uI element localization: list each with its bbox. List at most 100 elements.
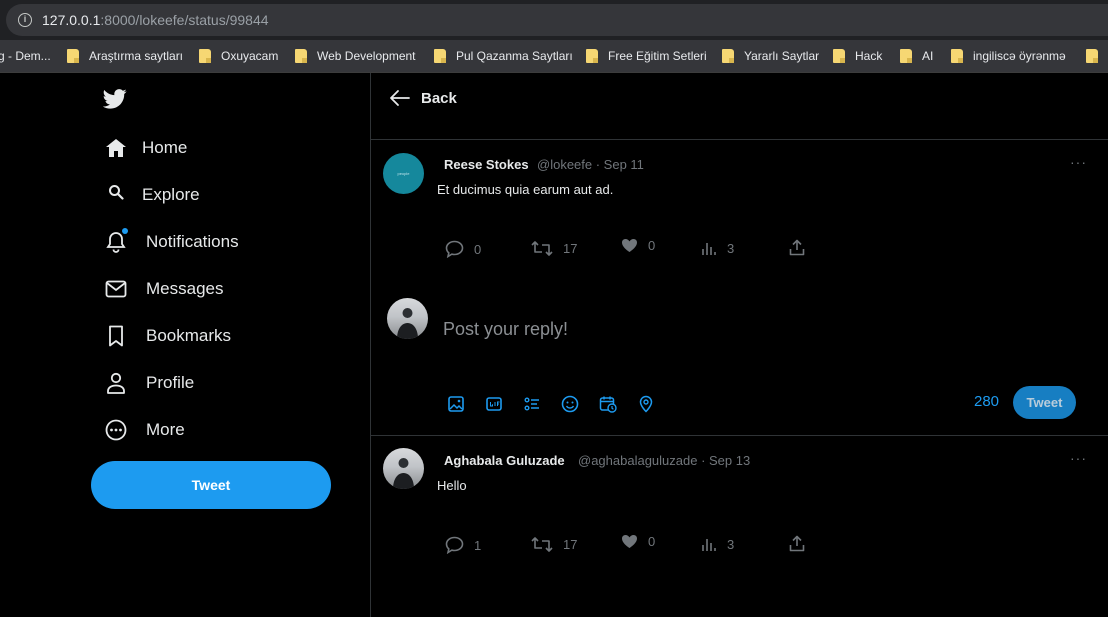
bookmark-item[interactable]: g - Dem... xyxy=(0,48,51,66)
tweet-text: Hello xyxy=(437,478,467,493)
main-column: Back people Reese Stokes @lokeefe · Sep … xyxy=(370,73,1108,617)
envelope-icon xyxy=(104,277,128,301)
sidebar-item-profile[interactable]: Profile xyxy=(104,368,194,398)
sidebar-item-label: Home xyxy=(142,138,188,157)
views-action[interactable]: 3 xyxy=(701,537,734,552)
tweet-card[interactable]: people Reese Stokes @lokeefe · Sep 11 ··… xyxy=(371,140,1108,283)
reply-input[interactable] xyxy=(443,309,1003,349)
address-field[interactable]: i 127.0.0.1:8000/lokeefe/status/99844 xyxy=(6,4,1108,36)
bar-chart-icon xyxy=(702,243,716,255)
share-icon xyxy=(789,239,805,256)
retweet-icon xyxy=(531,537,553,552)
person-icon xyxy=(104,371,128,395)
tweet-more-icon[interactable]: ··· xyxy=(1070,450,1087,466)
tweet-card[interactable]: Aghabala Guluzade @aghabalaguluzade · Se… xyxy=(371,436,1108,617)
folder-icon xyxy=(586,49,598,63)
avatar[interactable] xyxy=(387,298,428,339)
folder-icon xyxy=(951,49,963,63)
views-count: 3 xyxy=(727,241,735,256)
bookmark-folder[interactable]: Free Eğitim Setleri xyxy=(586,48,707,66)
bookmark-label: g - Dem... xyxy=(0,49,51,63)
back-label: Back xyxy=(421,89,457,107)
bookmark-label: Yararlı Saytlar xyxy=(744,49,820,63)
tweet-author-name[interactable]: Reese Stokes xyxy=(444,157,529,172)
location-icon[interactable] xyxy=(637,395,655,413)
site-info-icon[interactable]: i xyxy=(18,13,32,27)
avatar-text: people xyxy=(397,171,410,176)
gif-icon[interactable] xyxy=(485,395,503,413)
tweet-more-icon[interactable]: ··· xyxy=(1070,154,1087,170)
image-icon[interactable] xyxy=(447,395,465,413)
emoji-icon[interactable] xyxy=(561,395,579,413)
avatar[interactable] xyxy=(383,448,424,489)
back-button[interactable]: Back xyxy=(389,89,457,107)
reply-count: 1 xyxy=(474,537,482,553)
retweet-count: 17 xyxy=(563,241,578,256)
views-action[interactable]: 3 xyxy=(701,241,734,256)
tweet-text: Et ducimus quia earum aut ad. xyxy=(437,182,614,197)
bookmark-label: Hack xyxy=(855,49,883,63)
retweet-action[interactable]: 17 xyxy=(531,240,577,257)
like-action[interactable]: 0 xyxy=(621,238,655,253)
folder-icon xyxy=(900,49,912,63)
url-text[interactable]: 127.0.0.1:8000/lokeefe/status/99844 xyxy=(42,12,269,28)
bookmark-label: Araştırma saytları xyxy=(89,49,184,63)
sidebar-item-bookmarks[interactable]: Bookmarks xyxy=(104,321,231,351)
bookmark-folder[interactable]: Web Development xyxy=(295,48,416,66)
bookmark-label: Free Eğitim Setleri xyxy=(608,49,707,63)
bell-icon xyxy=(104,228,128,254)
sidebar-item-explore[interactable]: Explore xyxy=(104,180,200,210)
share-icon xyxy=(789,535,805,552)
bookmark-folder[interactable]: Araştırma saytları xyxy=(67,48,183,66)
bookmark-folder[interactable]: Pul Qazanma Saytları xyxy=(434,48,573,66)
sidebar-item-label: Bookmarks xyxy=(146,326,232,345)
bookmark-folder[interactable]: Hack xyxy=(833,48,882,66)
avatar-photo-icon xyxy=(397,308,418,339)
retweet-icon xyxy=(531,241,553,256)
tweet-author-name[interactable]: Aghabala Guluzade xyxy=(444,453,565,468)
bookmark-folder[interactable]: Yararlı Saytlar xyxy=(722,48,819,66)
reply-action[interactable]: 1 xyxy=(445,536,481,554)
bookmark-folder[interactable] xyxy=(1086,48,1108,66)
sidebar-item-notifications[interactable]: Notifications xyxy=(104,227,239,257)
search-icon xyxy=(104,183,128,207)
bar-chart-icon xyxy=(702,539,716,551)
share-action[interactable] xyxy=(789,535,815,552)
folder-icon xyxy=(295,49,307,63)
folder-icon xyxy=(434,49,446,63)
bookmark-folder[interactable]: ingiliscə öyrənmə xyxy=(951,48,1066,66)
avatar[interactable]: people xyxy=(383,153,424,194)
url-host: 127.0.0.1 xyxy=(42,12,101,28)
folder-icon xyxy=(722,49,734,63)
reply-tweet-button[interactable]: Tweet xyxy=(1013,386,1076,419)
bookmark-folder[interactable]: AI xyxy=(900,48,933,66)
reply-icon xyxy=(445,536,464,554)
share-action[interactable] xyxy=(789,239,815,256)
sidebar-item-home[interactable]: Home xyxy=(104,133,187,163)
poll-icon[interactable] xyxy=(523,395,541,413)
bookmark-label: Pul Qazanma Saytları xyxy=(456,49,573,63)
bookmark-icon xyxy=(104,324,128,348)
twitter-bird-icon[interactable] xyxy=(103,88,127,110)
reply-composer: 280 Tweet xyxy=(371,283,1108,435)
reply-count: 0 xyxy=(474,241,482,257)
bookmark-label: AI xyxy=(922,49,934,63)
home-icon xyxy=(104,136,128,160)
like-action[interactable]: 0 xyxy=(621,534,655,549)
bookmark-label: ingiliscə öyrənmə xyxy=(973,49,1066,63)
sidebar-item-label: Profile xyxy=(146,373,195,392)
avatar-photo-icon xyxy=(393,458,414,489)
sidebar-item-label: More xyxy=(146,420,185,439)
bookmark-label: Oxuyacam xyxy=(221,49,279,63)
folder-icon xyxy=(67,49,79,63)
notification-dot xyxy=(122,228,128,234)
bookmark-folder[interactable]: Oxuyacam xyxy=(199,48,278,66)
more-circle-icon xyxy=(104,418,128,442)
schedule-icon[interactable] xyxy=(599,395,617,413)
tweet-button[interactable]: Tweet xyxy=(91,461,331,509)
reply-action[interactable]: 0 xyxy=(445,240,481,258)
like-count: 0 xyxy=(648,238,656,253)
retweet-action[interactable]: 17 xyxy=(531,536,577,553)
sidebar-item-more[interactable]: More xyxy=(104,415,185,445)
sidebar-item-messages[interactable]: Messages xyxy=(104,274,223,304)
